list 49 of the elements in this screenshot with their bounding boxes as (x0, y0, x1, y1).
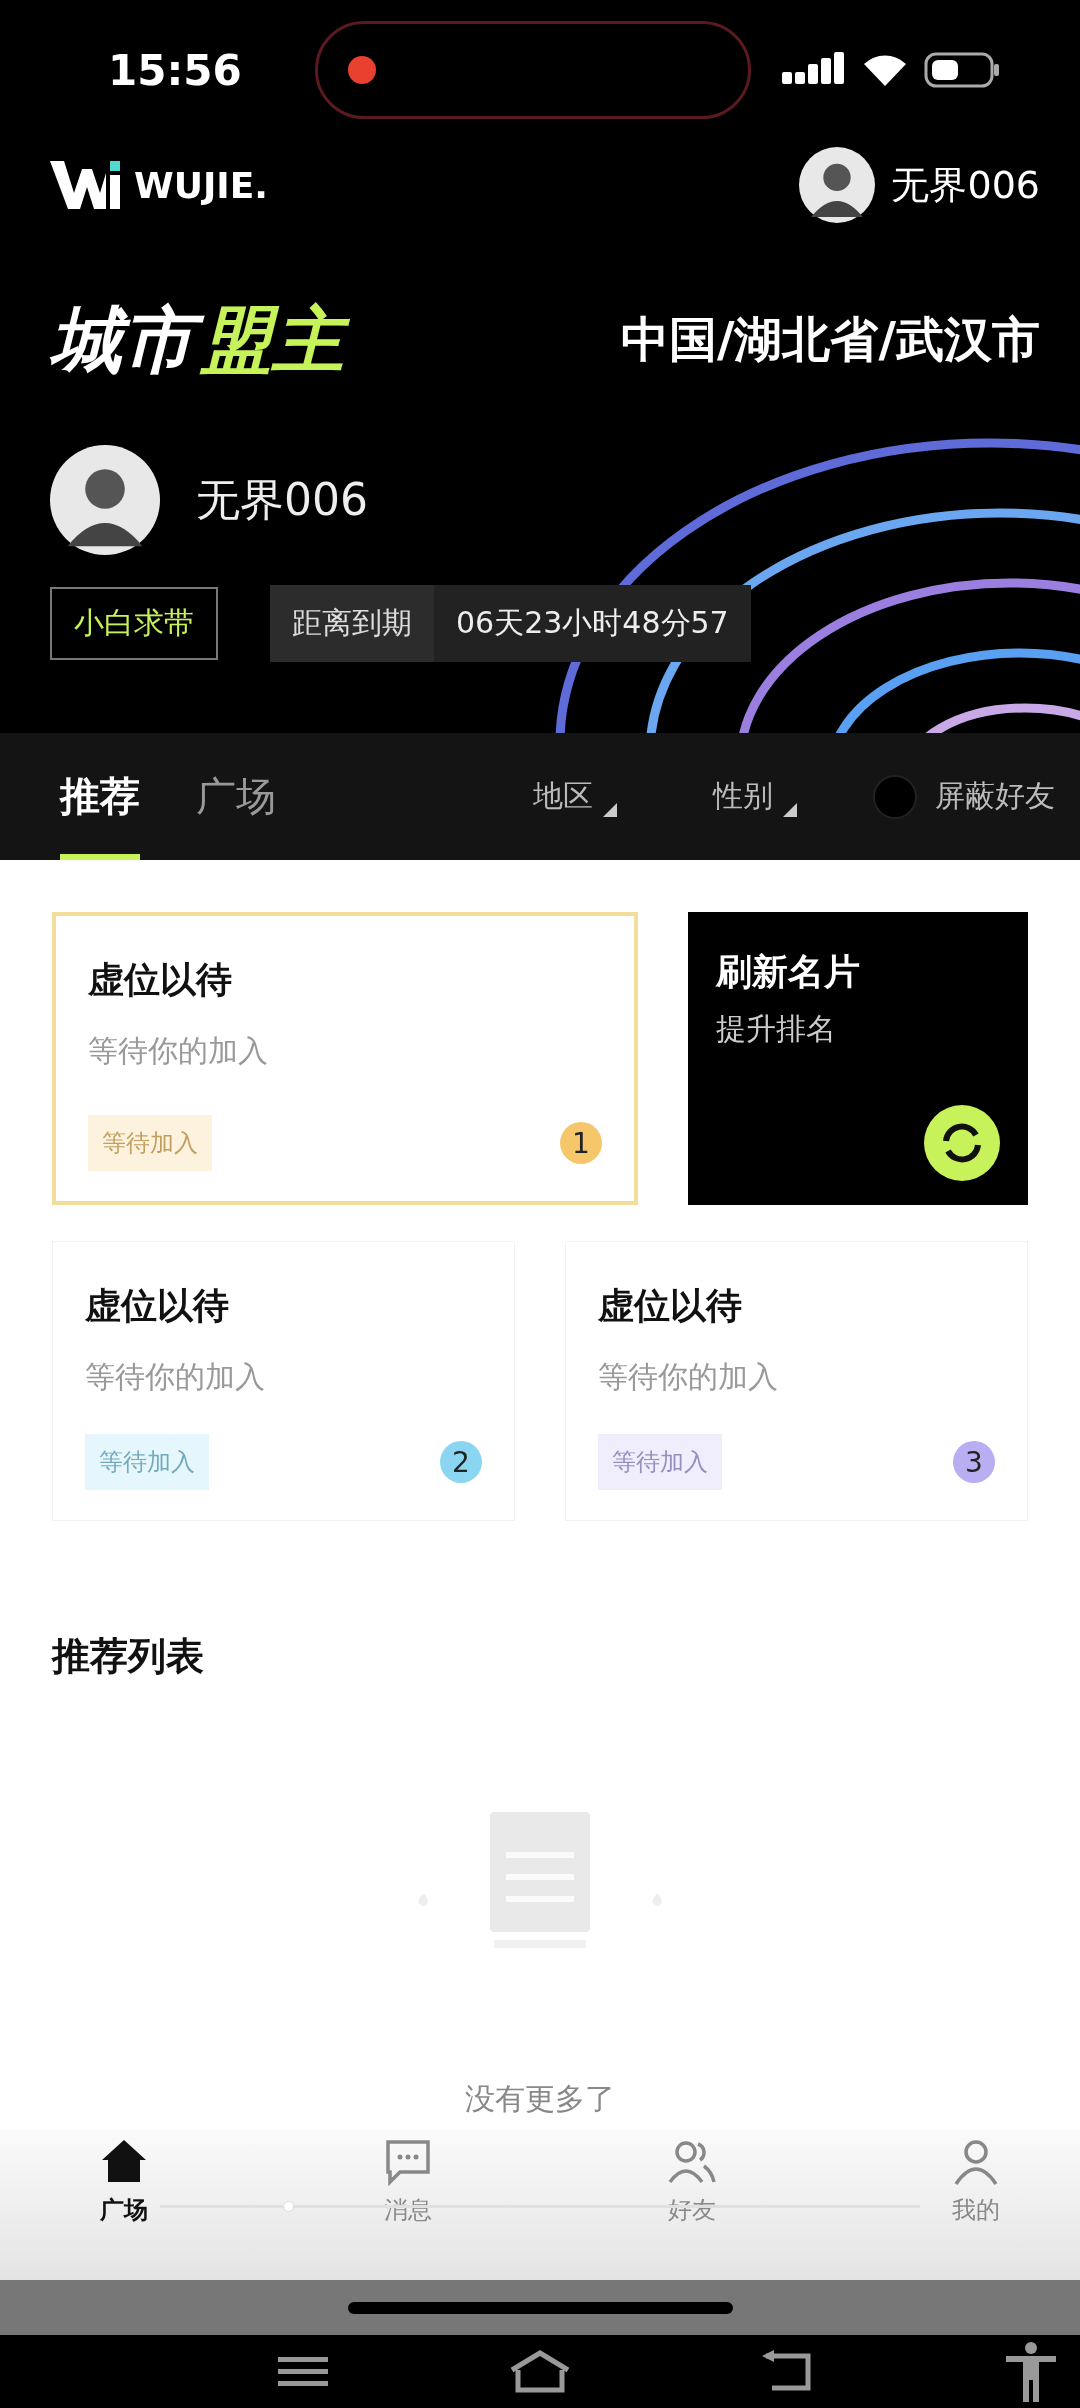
clock: 15:56 (107, 45, 243, 95)
rank-badge: 1 (560, 1122, 602, 1164)
brand-name: WUJIE. (134, 164, 268, 206)
card-subtitle: 等待你的加入 (85, 1358, 266, 1396)
menu-icon[interactable] (278, 2356, 328, 2387)
refresh-icon[interactable] (924, 1105, 1000, 1181)
home-indicator[interactable] (347, 2301, 733, 2314)
chat-icon (384, 2138, 432, 2186)
rank-badge: 3 (953, 1441, 995, 1483)
rank-badge: 2 (440, 1441, 482, 1483)
waiting-tag: 等待加入 (85, 1434, 209, 1490)
waiting-tag: 等待加入 (598, 1434, 722, 1490)
user-name: 无界006 (891, 161, 1040, 209)
card-subtitle: 等待你的加入 (88, 1032, 269, 1070)
slot-card[interactable]: 虚位以待 等待你的加入 等待加入 3 (565, 1241, 1028, 1521)
home-icon[interactable] (508, 2349, 572, 2394)
card-title: 虚位以待 (85, 1284, 230, 1328)
location-text: 中国/湖北省/武汉市 (620, 310, 1040, 369)
expiry-label: 距离到期 (270, 585, 434, 662)
tab[interactable]: 推荐 (60, 733, 140, 860)
people-icon (668, 2138, 716, 2186)
title-wordmark: 城市盟主 (50, 296, 366, 384)
card-title: 虚位以待 (88, 958, 233, 1002)
refresh-card[interactable]: 刷新名片 提升排名 (688, 912, 1028, 1205)
person-icon (952, 2138, 1000, 2186)
card-title: 虚位以待 (598, 1284, 743, 1328)
nav-tab[interactable]: 广场 (100, 2138, 148, 2226)
empty-message: 没有更多了 (465, 2080, 615, 2118)
caret-icon (603, 803, 617, 817)
slot-card[interactable]: 虚位以待 等待你的加入 等待加入 2 (52, 1241, 515, 1521)
slot-card[interactable]: 虚位以待 等待你的加入 等待加入 1 (52, 912, 638, 1205)
filter-dropdown[interactable]: 性别 (713, 776, 773, 817)
toggle-switch[interactable] (873, 774, 917, 819)
card-title: 刷新名片 (716, 950, 861, 994)
status-tag: 小白求带 (50, 587, 218, 660)
playback-thumb[interactable] (283, 2201, 295, 2212)
accessibility-icon[interactable] (1006, 2341, 1056, 2402)
filter-dropdown[interactable]: 地区 (533, 776, 593, 817)
wifi-icon (862, 52, 908, 88)
battery-icon (924, 52, 1000, 88)
toggle-label: 屏蔽好友 (935, 777, 1055, 815)
card-subtitle: 等待你的加入 (598, 1358, 779, 1396)
countdown-text: 06天23小时48分57 (455, 604, 730, 642)
section-title: 推荐列表 (52, 1633, 205, 1680)
card-subtitle: 提升排名 (716, 1010, 837, 1048)
profile-name: 无界006 (196, 472, 368, 527)
waiting-tag: 等待加入 (88, 1115, 212, 1171)
tab[interactable]: 广场 (196, 733, 276, 860)
caret-icon (783, 803, 797, 817)
